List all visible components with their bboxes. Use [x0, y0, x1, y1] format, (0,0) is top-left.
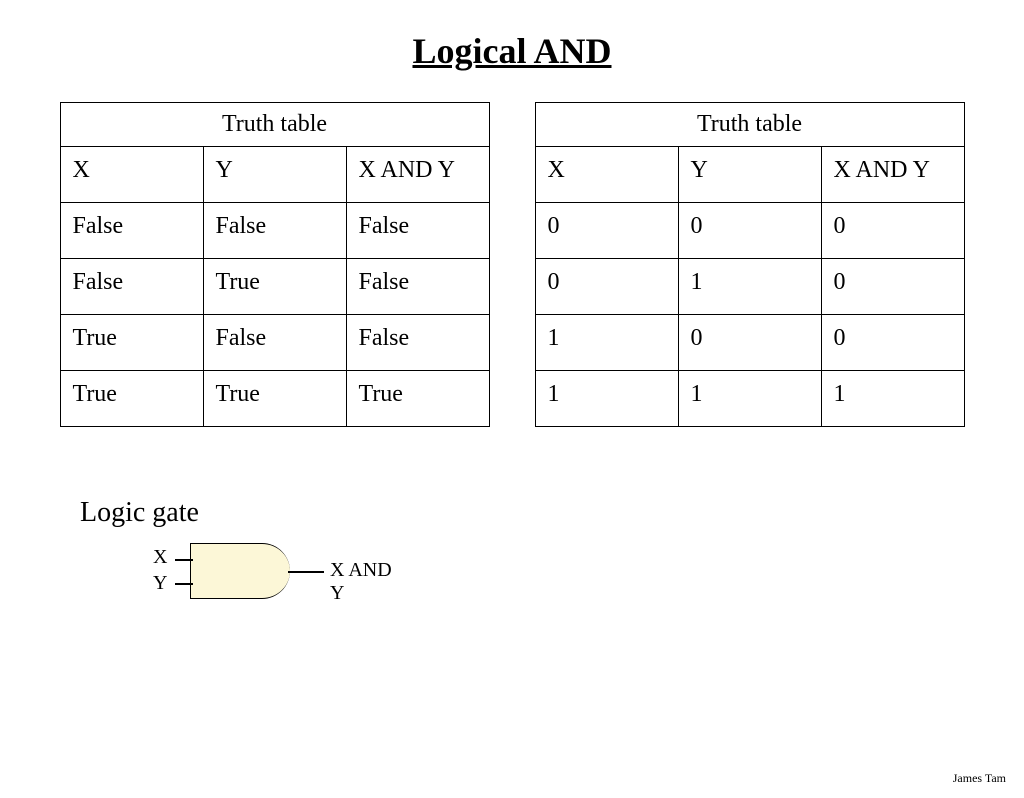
cell: True — [60, 315, 203, 371]
author-credit: James Tam — [953, 771, 1006, 786]
col-header: Y — [203, 147, 346, 203]
cell: True — [203, 259, 346, 315]
tables-container: Truth table X Y X AND Y False False Fals… — [0, 102, 1024, 427]
col-header: X AND Y — [346, 147, 489, 203]
table-caption: Truth table — [535, 103, 964, 147]
wire-output — [288, 571, 324, 573]
cell: 0 — [678, 315, 821, 371]
cell: 0 — [678, 203, 821, 259]
gate-output-label: X AND Y — [330, 559, 400, 605]
cell: False — [60, 203, 203, 259]
cell: False — [203, 315, 346, 371]
truth-table-binary: Truth table X Y X AND Y 0 0 0 0 1 0 1 0 … — [535, 102, 965, 427]
cell: 1 — [821, 371, 964, 427]
cell: True — [203, 371, 346, 427]
table-row: 1 1 1 — [535, 371, 964, 427]
table-row: True False False — [60, 315, 489, 371]
table-row: False True False — [60, 259, 489, 315]
truth-table-boolean: Truth table X Y X AND Y False False Fals… — [60, 102, 490, 427]
logic-gate-label: Logic gate — [80, 497, 1024, 529]
cell: 1 — [678, 259, 821, 315]
col-header: X — [60, 147, 203, 203]
gate-input-x-label: X — [153, 546, 167, 569]
table-row: 0 0 0 — [535, 203, 964, 259]
wire-input-x — [175, 559, 193, 561]
col-header: X — [535, 147, 678, 203]
table-row: 0 1 0 — [535, 259, 964, 315]
cell: True — [346, 371, 489, 427]
logic-gate-section: Logic gate X Y X AND Y — [80, 497, 1024, 607]
col-header: Y — [678, 147, 821, 203]
cell: False — [203, 203, 346, 259]
cell: True — [60, 371, 203, 427]
cell: 0 — [821, 203, 964, 259]
and-gate-diagram: X Y X AND Y — [80, 537, 400, 607]
col-header: X AND Y — [821, 147, 964, 203]
table-row: True True True — [60, 371, 489, 427]
table-caption: Truth table — [60, 103, 489, 147]
cell: 1 — [535, 315, 678, 371]
cell: 0 — [821, 259, 964, 315]
cell: 0 — [821, 315, 964, 371]
page-title: Logical AND — [0, 30, 1024, 72]
cell: False — [346, 315, 489, 371]
cell: 1 — [535, 371, 678, 427]
cell: False — [346, 259, 489, 315]
table-row: False False False — [60, 203, 489, 259]
table-row: 1 0 0 — [535, 315, 964, 371]
wire-input-y — [175, 583, 193, 585]
cell: 1 — [678, 371, 821, 427]
cell: False — [60, 259, 203, 315]
cell: 0 — [535, 203, 678, 259]
and-gate-icon — [190, 543, 290, 599]
cell: 0 — [535, 259, 678, 315]
cell: False — [346, 203, 489, 259]
gate-input-y-label: Y — [153, 572, 167, 595]
